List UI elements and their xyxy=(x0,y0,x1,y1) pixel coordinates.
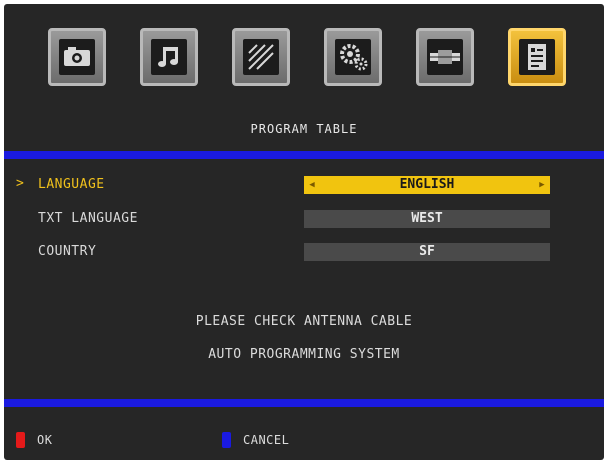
txt-language-selector[interactable]: WEST xyxy=(304,210,550,228)
menu-sound-button[interactable] xyxy=(140,28,198,86)
ok-label: OK xyxy=(37,433,53,447)
menu-time-button[interactable] xyxy=(232,28,290,86)
ok-hint[interactable]: OK xyxy=(16,432,52,448)
program-table-icon xyxy=(519,39,555,75)
top-divider xyxy=(4,151,604,159)
country-selector[interactable]: SF xyxy=(304,243,550,261)
menu-picture-button[interactable] xyxy=(48,28,106,86)
red-button-icon xyxy=(16,432,25,448)
setup-icon xyxy=(335,39,371,75)
setting-row-language[interactable]: > LANGUAGE ◀ ENGLISH ▶ xyxy=(4,174,604,196)
connection-icon xyxy=(427,39,463,75)
bottom-divider xyxy=(4,399,604,407)
language-selector[interactable]: ◀ ENGLISH ▶ xyxy=(304,176,550,194)
auto-programming-message: AUTO PROGRAMMING SYSTEM xyxy=(208,347,400,362)
menu-program-table-button[interactable] xyxy=(508,28,566,86)
time-icon xyxy=(243,39,279,75)
setting-row-txt-language[interactable]: TXT LANGUAGE WEST xyxy=(4,208,604,230)
menu-connection-button[interactable] xyxy=(416,28,474,86)
picture-icon xyxy=(59,39,95,75)
setting-value: WEST xyxy=(411,211,443,226)
menu-setup-button[interactable] xyxy=(324,28,382,86)
antenna-message: PLEASE CHECK ANTENNA CABLE xyxy=(195,314,413,329)
tv-osd-screen: PROGRAM TABLE > LANGUAGE ◀ ENGLISH ▶ TXT… xyxy=(4,4,604,460)
sound-icon xyxy=(151,39,187,75)
setting-value: ENGLISH xyxy=(399,177,455,192)
setting-label: COUNTRY xyxy=(38,244,97,259)
cancel-hint[interactable]: CANCEL xyxy=(222,432,289,448)
blue-button-icon xyxy=(222,432,231,448)
setting-label: TXT LANGUAGE xyxy=(38,211,138,226)
selection-arrow-icon: > xyxy=(16,176,24,191)
arrow-left-icon[interactable]: ◀ xyxy=(307,176,317,194)
setting-value: SF xyxy=(419,244,435,259)
page-title: PROGRAM TABLE xyxy=(250,122,358,136)
menu-icon-bar xyxy=(4,28,604,92)
cancel-label: CANCEL xyxy=(243,433,290,447)
setting-label: LANGUAGE xyxy=(38,177,105,192)
arrow-right-icon[interactable]: ▶ xyxy=(537,176,547,194)
setting-row-country[interactable]: COUNTRY SF xyxy=(4,241,604,263)
